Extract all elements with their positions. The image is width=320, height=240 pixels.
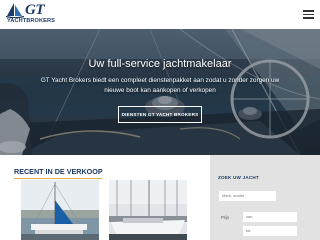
yacht-search-panel: ZOEK UW JACHT Prijs (210, 155, 320, 240)
search-heading: ZOEK UW JACHT (218, 175, 259, 180)
price-from-input[interactable] (243, 212, 297, 222)
hero-description: GT Yacht Brokers biedt een compleet dien… (40, 77, 280, 94)
logo-wordmark: GT (25, 2, 45, 18)
yacht-photo (109, 180, 187, 240)
gt-yachtbrokers-logo[interactable]: GT YACHTBROKERS (6, 3, 68, 26)
yacht-photo (21, 180, 99, 240)
hero-title: Uw full-service jachtmakelaar (88, 58, 232, 70)
recent-sales-heading: RECENT IN DE VERKOOP (14, 167, 103, 176)
sailboat-icon (6, 3, 25, 18)
listing-thumbnail[interactable] (21, 180, 99, 240)
hero-banner: Uw full-service jachtmakelaar GT Yacht B… (0, 29, 320, 155)
site-header: GT YACHTBROKERS (0, 0, 320, 29)
price-to-input[interactable] (243, 226, 297, 236)
price-label: Prijs (221, 215, 230, 220)
hamburger-menu-icon[interactable] (303, 10, 314, 19)
heading-underline (14, 178, 102, 179)
logo-subtitle: YACHTBROKERS (7, 18, 55, 24)
brand-model-input[interactable] (219, 191, 276, 201)
services-button[interactable]: DIENSTEN GT YACHT BROKERS (118, 106, 202, 123)
listing-thumbnail[interactable] (109, 180, 187, 240)
